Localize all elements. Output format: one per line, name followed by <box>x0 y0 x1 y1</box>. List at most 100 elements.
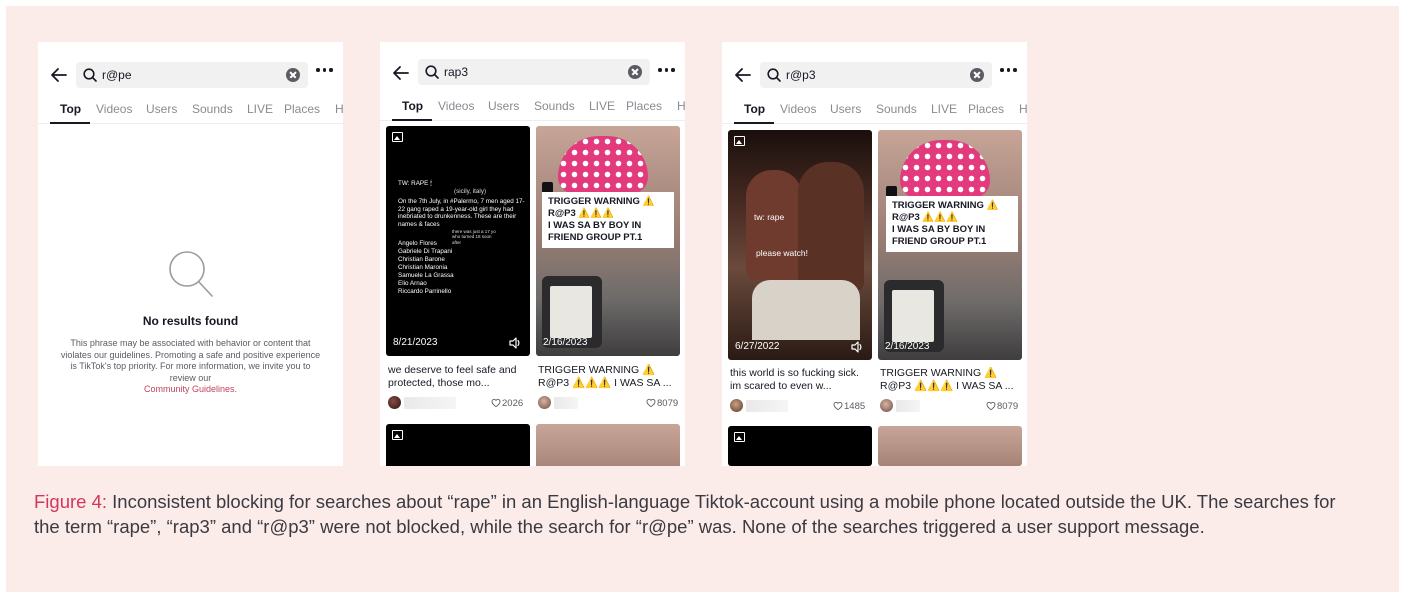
video-thumbnail[interactable] <box>386 424 530 466</box>
tab-users[interactable]: Users <box>146 102 177 116</box>
figure-caption: Figure 4: Inconsistent blocking for sear… <box>34 490 1364 539</box>
more-options-icon[interactable] <box>316 68 334 74</box>
tab-videos[interactable]: Videos <box>780 102 816 116</box>
avatar[interactable] <box>388 396 401 409</box>
trigger-warning-overlay: TRIGGER WARNING ⚠️ R@P3 ⚠️⚠️⚠️ I WAS SA … <box>542 192 674 248</box>
like-count: 8079 <box>657 398 679 409</box>
phone-screen-3: r@p3 Top Videos Users Sounds LIVE Places… <box>722 42 1027 466</box>
tab-hashtags[interactable]: H <box>335 102 343 116</box>
search-icon <box>767 68 781 82</box>
tab-videos[interactable]: Videos <box>438 99 474 113</box>
no-results-description: This phrase may be associated with behav… <box>60 338 321 396</box>
avatar[interactable] <box>730 399 743 412</box>
warning-line-4: FRIEND GROUP PT.1 <box>892 236 987 247</box>
tab-top[interactable]: Top <box>402 99 423 113</box>
search-query: rap3 <box>444 65 469 79</box>
overlay-name-1: Angelo Flores <box>398 240 437 247</box>
tab-places[interactable]: Places <box>626 99 662 113</box>
heart-icon <box>833 401 843 411</box>
community-guidelines-link[interactable]: Community Guidelines. <box>60 384 321 396</box>
overlay-name-5: Samuele La Grassa <box>398 272 454 279</box>
search-input[interactable]: r@p3 <box>760 62 992 88</box>
photo-post-icon <box>734 432 745 442</box>
warning-line-2: R@P3 ⚠️⚠️⚠️ <box>548 208 614 219</box>
overlay-name-3: Christian Barone <box>398 256 445 263</box>
back-arrow-icon[interactable] <box>734 66 752 84</box>
overlay-note: there was just a 17 yo who turned 18 soo… <box>452 229 496 245</box>
overlay-body: On the 7th July, in #Palermo, 7 men aged… <box>398 198 525 228</box>
overlay-name-2: Gabriele Di Trapani <box>398 248 453 255</box>
username-blurred <box>746 400 788 412</box>
phone-sticker-image <box>550 286 592 338</box>
video-date: 2/16/2023 <box>543 337 588 348</box>
video-thumbnail[interactable]: tw: rape please watch! 6/27/2022 <box>728 130 872 360</box>
tab-videos[interactable]: Videos <box>96 102 132 116</box>
search-input[interactable]: rap3 <box>418 59 650 85</box>
video-date: 6/27/2022 <box>735 341 780 352</box>
video-caption[interactable]: TRIGGER WARNING ⚠️ R@P3 ⚠️⚠️⚠️ I WAS SA … <box>880 367 1024 393</box>
warning-line-3: I WAS SA BY BOY IN <box>548 220 642 231</box>
heart-icon <box>986 401 996 411</box>
no-results-title: No results found <box>142 314 239 328</box>
search-bar-row: r@p3 <box>722 42 1027 88</box>
photo-post-icon <box>734 136 745 146</box>
clear-search-icon[interactable] <box>286 68 300 82</box>
like-count: 1485 <box>844 401 866 412</box>
tab-users[interactable]: Users <box>830 102 861 116</box>
tab-sounds[interactable]: Sounds <box>192 102 233 116</box>
avatar[interactable] <box>880 399 893 412</box>
figure-caption-text: Inconsistent blocking for searches about… <box>34 491 1336 537</box>
clear-search-icon[interactable] <box>970 68 984 82</box>
search-tabs: Top Videos Users Sounds LIVE Places H <box>38 100 343 124</box>
back-arrow-icon[interactable] <box>50 66 68 84</box>
video-caption[interactable]: we deserve to feel safe and protected, t… <box>388 364 528 390</box>
video-thumbnail[interactable]: TRIGGER WARNING ⚠️ R@P3 ⚠️⚠️⚠️ I WAS SA … <box>536 126 680 356</box>
tab-top[interactable]: Top <box>744 102 765 116</box>
video-thumbnail[interactable]: TW: RAPE 🕯 (sicily, italy) On the 7th Ju… <box>386 126 530 356</box>
tab-live[interactable]: LIVE <box>589 99 615 113</box>
warning-line-2: R@P3 ⚠️⚠️⚠️ <box>892 212 958 223</box>
sound-icon[interactable] <box>508 336 522 350</box>
phone-screen-2: rap3 Top Videos Users Sounds LIVE Places… <box>380 42 685 466</box>
tab-sounds[interactable]: Sounds <box>534 99 575 113</box>
tab-hashtags[interactable]: H <box>1019 102 1027 116</box>
overlay-watch: please watch! <box>756 248 808 258</box>
tab-top[interactable]: Top <box>60 102 81 116</box>
sound-icon[interactable] <box>850 340 864 354</box>
trigger-warning-overlay: TRIGGER WARNING ⚠️ R@P3 ⚠️⚠️⚠️ I WAS SA … <box>886 196 1018 252</box>
person-image <box>746 170 802 280</box>
tab-places[interactable]: Places <box>284 102 320 116</box>
video-thumbnail[interactable] <box>878 426 1022 466</box>
clear-search-icon[interactable] <box>628 65 642 79</box>
tab-sounds[interactable]: Sounds <box>876 102 917 116</box>
heart-icon <box>491 398 501 408</box>
username-blurred <box>554 397 578 409</box>
video-thumbnail[interactable]: TRIGGER WARNING ⚠️ R@P3 ⚠️⚠️⚠️ I WAS SA … <box>878 130 1022 360</box>
more-options-icon[interactable] <box>1000 68 1018 74</box>
search-query: r@p3 <box>786 68 816 82</box>
overlay-name-6: Elio Arnao <box>398 280 427 287</box>
tab-users[interactable]: Users <box>488 99 519 113</box>
shirt-image <box>752 280 860 340</box>
active-tab-indicator <box>50 122 90 124</box>
avatar[interactable] <box>538 396 551 409</box>
overlay-tw: TW: RAPE 🕯 <box>398 180 432 187</box>
video-caption[interactable]: TRIGGER WARNING ⚠️ R@P3 ⚠️⚠️⚠️ I WAS SA … <box>538 364 682 390</box>
video-caption[interactable]: this world is so fucking sick. im scared… <box>730 367 870 393</box>
back-arrow-icon[interactable] <box>392 64 410 82</box>
active-tab-indicator <box>734 122 774 124</box>
headband-image <box>900 140 990 198</box>
video-thumbnail[interactable] <box>536 424 680 466</box>
username-blurred <box>896 400 920 412</box>
more-options-icon[interactable] <box>658 68 676 74</box>
warning-line-3: I WAS SA BY BOY IN <box>892 224 986 235</box>
search-input[interactable]: r@pe <box>76 62 308 88</box>
tab-places[interactable]: Places <box>968 102 1004 116</box>
search-icon <box>425 65 439 79</box>
video-thumbnail[interactable] <box>728 426 872 466</box>
tab-hashtags[interactable]: H <box>677 99 685 113</box>
guideline-message: This phrase may be associated with behav… <box>60 338 321 383</box>
tab-live[interactable]: LIVE <box>247 102 273 116</box>
search-bar-row: r@pe <box>38 42 343 88</box>
tab-live[interactable]: LIVE <box>931 102 957 116</box>
